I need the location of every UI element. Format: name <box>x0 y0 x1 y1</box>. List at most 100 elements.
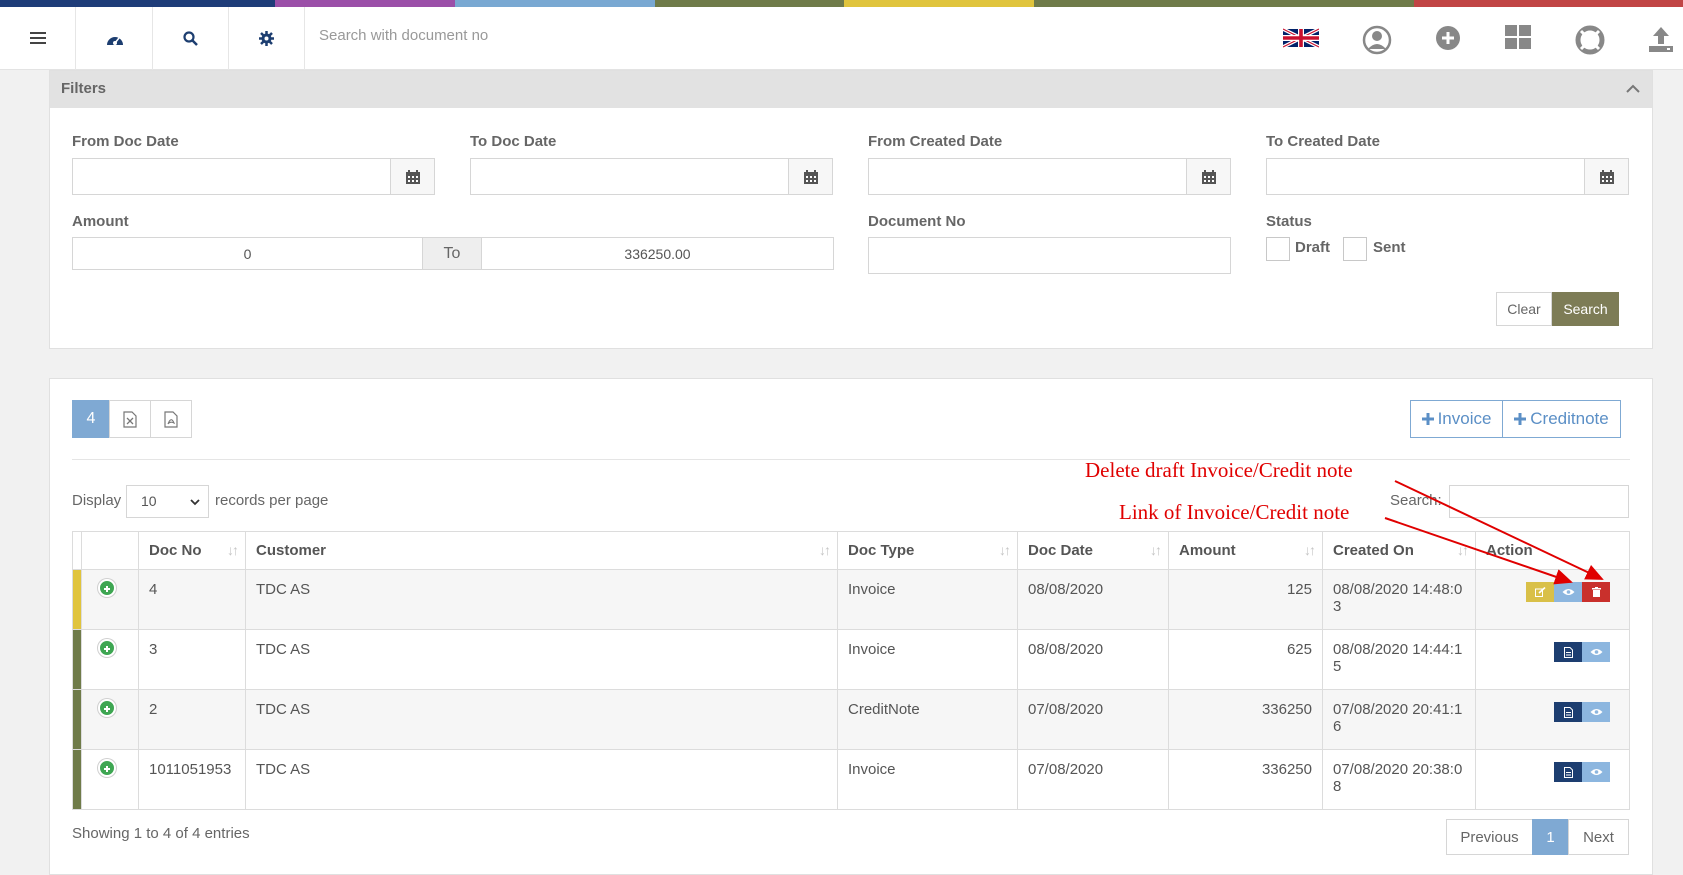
created-on-cell: 08/08/2020 14:44:1 5 <box>1322 629 1476 690</box>
expand-row-icon[interactable] <box>98 639 116 657</box>
view-link-button[interactable] <box>1554 582 1582 602</box>
draft-checkbox[interactable] <box>1266 237 1290 261</box>
add-creditnote-label: Creditnote <box>1530 409 1609 428</box>
calendar-button[interactable] <box>788 159 832 194</box>
customer-cell: TDC AS <box>245 689 838 750</box>
sort-icon[interactable]: ↓↑ <box>819 542 831 558</box>
dashboard-icon <box>106 36 123 45</box>
expand-row-icon[interactable] <box>98 759 116 777</box>
support-button[interactable] <box>1575 25 1605 55</box>
document-button[interactable] <box>1554 702 1582 722</box>
view-link-button[interactable] <box>1582 762 1610 782</box>
from-doc-date-input[interactable] <box>72 158 435 195</box>
from-doc-date-label: From Doc Date <box>72 133 179 150</box>
sort-icon[interactable]: ↓↑ <box>1150 542 1162 558</box>
page-size-select[interactable]: 10 <box>126 485 209 518</box>
col-doc-no[interactable]: Doc No ↓↑ <box>138 531 246 570</box>
col-created-on[interactable]: Created On ↓↑ <box>1322 531 1476 570</box>
doc-no-cell: 3 <box>138 629 246 690</box>
sort-icon[interactable]: ↓↑ <box>1304 542 1316 558</box>
col-doc-type[interactable]: Doc Type ↓↑ <box>837 531 1018 570</box>
chevron-down-icon <box>190 499 200 506</box>
apps-button[interactable] <box>1505 25 1531 49</box>
doc-date-cell: 08/08/2020 <box>1017 569 1169 630</box>
table-row[interactable]: 3 TDC AS Invoice 08/08/2020 625 08/08/20… <box>72 629 1630 690</box>
status-indicator <box>72 569 82 630</box>
status-indicator <box>72 629 82 690</box>
menu-button[interactable] <box>0 7 76 70</box>
doc-type-cell: CreditNote <box>837 689 1018 750</box>
expand-cell <box>81 689 139 750</box>
chevron-up-icon[interactable] <box>1626 84 1640 93</box>
previous-page-button[interactable]: Previous <box>1446 819 1533 855</box>
table-search-input[interactable] <box>1449 485 1629 518</box>
col-amount[interactable]: Amount ↓↑ <box>1168 531 1323 570</box>
annotation-link: Link of Invoice/Credit note <box>1119 500 1350 524</box>
sent-label: Sent <box>1373 239 1406 256</box>
eye-icon <box>1590 769 1602 775</box>
export-excel-button[interactable] <box>109 400 151 438</box>
customer-cell: TDC AS <box>245 569 838 630</box>
amount-to-input[interactable]: 336250.00 <box>481 237 834 270</box>
language-selector[interactable] <box>1283 24 1319 52</box>
eye-icon <box>1590 649 1602 655</box>
table-row[interactable]: 1011051953 TDC AS Invoice 07/08/2020 336… <box>72 749 1630 810</box>
record-count-badge[interactable]: 4 <box>72 400 110 438</box>
search-button[interactable] <box>153 7 229 70</box>
delete-button[interactable] <box>1582 582 1610 602</box>
add-new-button[interactable] <box>1435 25 1461 51</box>
sort-icon[interactable]: ↓↑ <box>999 542 1011 558</box>
calendar-button[interactable] <box>1584 159 1628 194</box>
sent-checkbox[interactable] <box>1343 237 1367 261</box>
clear-button[interactable]: Clear <box>1496 292 1552 326</box>
to-created-date-input[interactable] <box>1266 158 1629 195</box>
table-row[interactable]: 4 TDC AS Invoice 08/08/2020 125 08/08/20… <box>72 569 1630 630</box>
document-search-input[interactable]: Search with document no <box>319 27 488 44</box>
page-1-button[interactable]: 1 <box>1532 819 1569 855</box>
amount-from-input[interactable]: 0 <box>72 237 423 270</box>
upload-button[interactable] <box>1647 25 1675 53</box>
settings-button[interactable] <box>229 7 305 70</box>
calendar-icon <box>1201 169 1216 184</box>
document-no-input[interactable] <box>868 237 1231 274</box>
dashboard-button[interactable] <box>77 7 153 70</box>
add-creditnote-button[interactable]: Creditnote <box>1502 400 1621 438</box>
view-link-button[interactable] <box>1582 702 1610 722</box>
view-link-button[interactable] <box>1582 642 1610 662</box>
draft-label: Draft <box>1295 239 1331 256</box>
amount-cell: 125 <box>1168 569 1323 630</box>
sort-icon[interactable]: ↓↑ <box>227 542 239 558</box>
indicator-header <box>72 531 82 570</box>
doc-type-cell: Invoice <box>837 629 1018 690</box>
expand-row-icon[interactable] <box>98 699 116 717</box>
add-invoice-button[interactable]: Invoice <box>1410 400 1503 438</box>
user-profile-button[interactable] <box>1362 25 1392 55</box>
user-profile-icon <box>1362 25 1392 55</box>
col-customer[interactable]: Customer ↓↑ <box>245 531 838 570</box>
expand-cell <box>81 569 139 630</box>
calendar-button[interactable] <box>390 159 434 194</box>
plus-icon <box>1421 413 1434 425</box>
doc-date-cell: 07/08/2020 <box>1017 689 1169 750</box>
calendar-button[interactable] <box>1186 159 1230 194</box>
edit-button[interactable] <box>1526 582 1554 602</box>
expand-row-icon[interactable] <box>98 579 116 597</box>
document-button[interactable] <box>1554 762 1582 782</box>
expand-cell <box>81 749 139 810</box>
created-on-cell: 08/08/2020 14:48:0 3 <box>1322 569 1476 630</box>
sort-icon[interactable]: ↓↑ <box>1457 542 1469 558</box>
upload-icon <box>1649 27 1673 52</box>
document-icon <box>1563 766 1573 778</box>
customer-cell: TDC AS <box>245 629 838 690</box>
search-submit-button[interactable]: Search <box>1552 292 1619 326</box>
to-created-date-label: To Created Date <box>1266 133 1380 150</box>
table-row[interactable]: 2 TDC AS CreditNote 07/08/2020 336250 07… <box>72 689 1630 750</box>
from-created-date-input[interactable] <box>868 158 1231 195</box>
document-button[interactable] <box>1554 642 1582 662</box>
next-page-button[interactable]: Next <box>1568 819 1629 855</box>
plus-icon <box>1514 413 1527 425</box>
filters-header[interactable]: Filters <box>50 71 1652 108</box>
export-pdf-button[interactable] <box>150 400 192 438</box>
col-doc-date[interactable]: Doc Date ↓↑ <box>1017 531 1169 570</box>
to-doc-date-input[interactable] <box>470 158 833 195</box>
